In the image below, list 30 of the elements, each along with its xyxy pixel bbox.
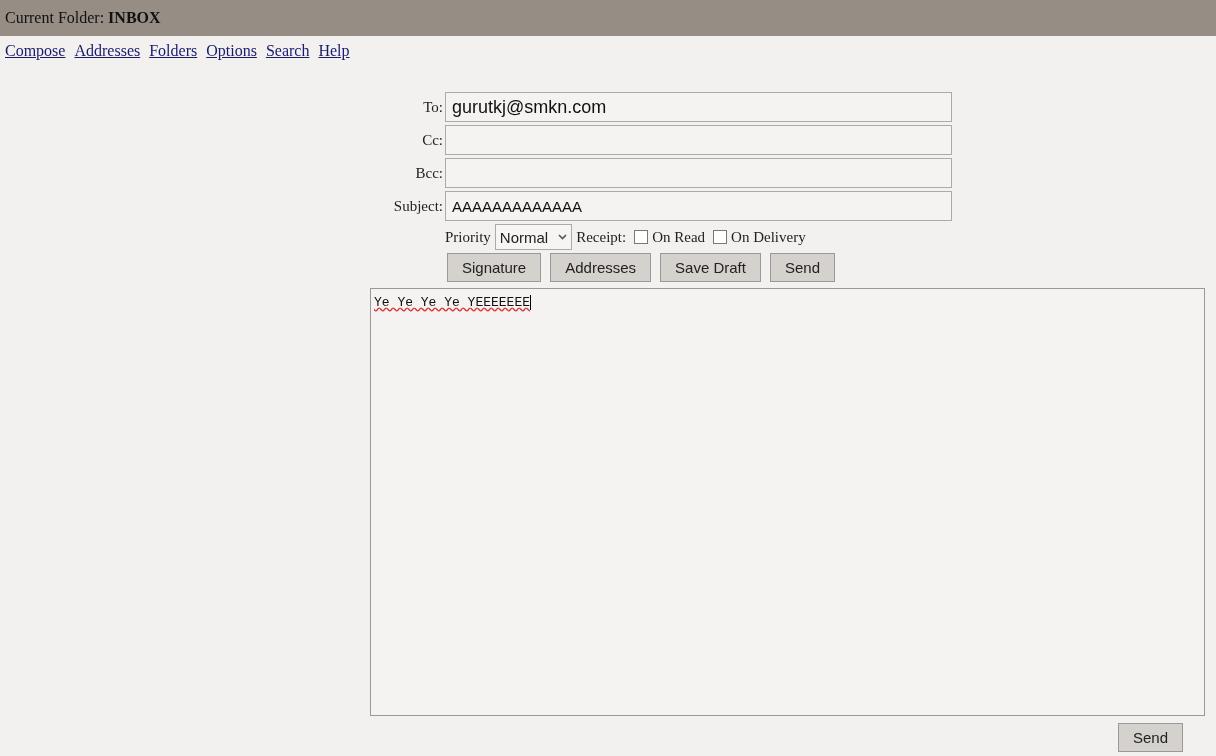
toolbar-button[interactable]: Signature xyxy=(447,253,542,282)
folder-name: INBOX xyxy=(108,9,161,27)
toolbar-button[interactable]: Addresses xyxy=(550,253,652,282)
input-field[interactable] xyxy=(445,125,952,155)
field-label: Bcc: xyxy=(414,164,443,182)
nav-link[interactable]: Addresses xyxy=(74,42,141,60)
checkbox-label: On Read xyxy=(652,228,706,246)
checkbox[interactable] xyxy=(713,230,728,244)
field-label: To: xyxy=(422,98,443,116)
field-label: Subject: xyxy=(392,197,443,215)
nav-link[interactable]: Search xyxy=(265,42,310,60)
nav-link[interactable]: Help xyxy=(318,42,350,60)
input-field[interactable]: gurutkj@smkn.com xyxy=(445,92,952,122)
toolbar-button[interactable]: Save Draft xyxy=(660,253,761,282)
nav-link[interactable]: Compose xyxy=(5,42,66,60)
checkbox-label: On Delivery xyxy=(731,228,806,246)
priority-label: Priority xyxy=(445,228,491,246)
input-field[interactable] xyxy=(445,158,952,188)
chevron-down-icon xyxy=(558,234,568,240)
nav-link[interactable]: Options xyxy=(206,42,257,60)
priority-dropdown[interactable]: Normal xyxy=(494,224,573,250)
send-button[interactable]: Send xyxy=(1117,723,1183,752)
nav-link[interactable]: Folders xyxy=(149,42,198,60)
toolbar-button[interactable]: Send xyxy=(769,253,835,282)
input-field[interactable]: AAAAAAAAAAAAA xyxy=(445,191,952,221)
folder-label: Current Folder: xyxy=(5,9,105,27)
field-label: Cc: xyxy=(421,131,443,149)
message-body[interactable]: Ye Ye Ye Ye YEEEEEEE xyxy=(370,288,1205,716)
checkbox[interactable] xyxy=(634,230,649,244)
receipt-label: Receipt: xyxy=(576,228,627,246)
